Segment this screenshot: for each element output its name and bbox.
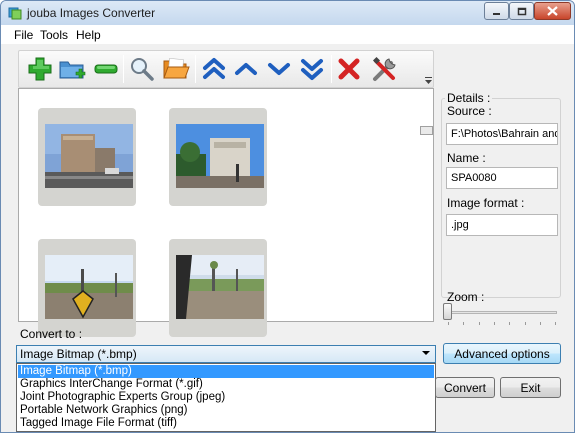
zoom-label: Zoom : xyxy=(447,290,485,304)
close-icon xyxy=(547,6,558,16)
window-title: jouba Images Converter xyxy=(27,6,156,20)
image-format-field[interactable]: .jpg xyxy=(446,214,558,236)
convert-to-label: Convert to : xyxy=(20,327,83,341)
add-image-icon xyxy=(28,57,52,81)
details-title: Details : xyxy=(445,91,493,105)
search-icon xyxy=(131,58,154,81)
toolbar-separator xyxy=(123,55,124,83)
title-bar[interactable]: jouba Images Converter xyxy=(1,1,574,25)
app-icon xyxy=(8,7,22,20)
image-thumbnail[interactable] xyxy=(169,239,267,337)
format-select-value: Image Bitmap (*.bmp) xyxy=(20,347,137,361)
menu-bar: File Tools Help xyxy=(1,25,574,44)
chevron-down-icon xyxy=(422,351,430,355)
delete-button[interactable] xyxy=(334,54,364,84)
remove-image-button[interactable] xyxy=(91,54,121,84)
format-option[interactable]: Image Bitmap (*.bmp) xyxy=(18,365,434,378)
image-thumbnail[interactable] xyxy=(38,108,136,206)
toolbar-overflow-icon[interactable] xyxy=(425,76,432,86)
move-top-button[interactable] xyxy=(199,54,229,84)
image-thumbnail[interactable] xyxy=(38,239,136,337)
move-up-icon xyxy=(235,63,257,75)
maximize-button[interactable] xyxy=(509,2,534,20)
delete-icon xyxy=(338,58,360,80)
move-down-icon xyxy=(268,63,290,75)
format-select[interactable]: Image Bitmap (*.bmp) xyxy=(16,345,436,363)
advanced-options-button[interactable]: Advanced options xyxy=(443,343,561,364)
toolbar-separator xyxy=(195,55,196,83)
open-folder-button[interactable] xyxy=(161,54,191,84)
image-format-label: Image format : xyxy=(447,196,525,210)
format-option[interactable]: Tagged Image File Format (tiff) xyxy=(18,417,434,430)
add-image-button[interactable] xyxy=(25,54,55,84)
convert-button[interactable]: Convert xyxy=(435,377,495,398)
zoom-ticks xyxy=(448,322,556,325)
thumbnail-image xyxy=(45,124,133,188)
format-dropdown-list: Image Bitmap (*.bmp) Graphics InterChang… xyxy=(16,363,436,432)
remove-image-icon xyxy=(94,64,118,74)
details-panel[interactable]: Source : F:\Photos\Bahrain and D Name : … xyxy=(441,104,561,294)
source-field[interactable]: F:\Photos\Bahrain and D xyxy=(446,123,558,145)
thumbnail-image xyxy=(176,255,264,319)
close-button[interactable] xyxy=(534,2,571,20)
toolbar-separator xyxy=(331,55,332,83)
open-folder-icon xyxy=(163,57,190,79)
move-bottom-icon xyxy=(301,59,323,80)
move-down-button[interactable] xyxy=(264,54,294,84)
app-window: jouba Images Converter File Tools Help D… xyxy=(0,0,575,433)
move-top-icon xyxy=(203,58,225,79)
scrollbar-thumb[interactable] xyxy=(420,126,433,135)
zoom-track[interactable] xyxy=(447,311,557,314)
format-option[interactable]: Portable Network Graphics (png) xyxy=(18,404,434,417)
image-thumbnail[interactable] xyxy=(169,108,267,206)
exit-button[interactable]: Exit xyxy=(500,377,561,398)
format-option[interactable]: Joint Photographic Experts Group (jpeg) xyxy=(18,391,434,404)
toolbar xyxy=(18,50,434,88)
search-button[interactable] xyxy=(127,54,157,84)
name-label: Name : xyxy=(447,151,486,165)
format-option[interactable]: Graphics InterChange Format (*.gif) xyxy=(18,378,434,391)
source-label: Source : xyxy=(447,104,492,118)
move-up-button[interactable] xyxy=(231,54,261,84)
minimize-icon xyxy=(493,12,500,15)
add-folder-button[interactable] xyxy=(57,54,87,84)
zoom-slider-thumb[interactable] xyxy=(443,303,452,320)
name-field[interactable]: SPA0080 xyxy=(446,167,558,189)
images-panel[interactable] xyxy=(18,88,434,337)
menu-tools[interactable]: Tools xyxy=(40,28,68,42)
minimize-button[interactable] xyxy=(484,2,509,20)
add-folder-icon xyxy=(59,61,86,79)
maximize-icon xyxy=(517,7,526,15)
thumbnail-image xyxy=(45,255,133,319)
move-bottom-button[interactable] xyxy=(297,54,327,84)
tools-icon xyxy=(372,56,396,81)
thumbnail-image xyxy=(176,124,264,188)
menu-help[interactable]: Help xyxy=(76,28,101,42)
menu-file[interactable]: File xyxy=(14,28,33,42)
main-area: Details : Source : F:\Photos\Bahrain and… xyxy=(1,44,574,432)
tools-button[interactable] xyxy=(370,54,400,84)
